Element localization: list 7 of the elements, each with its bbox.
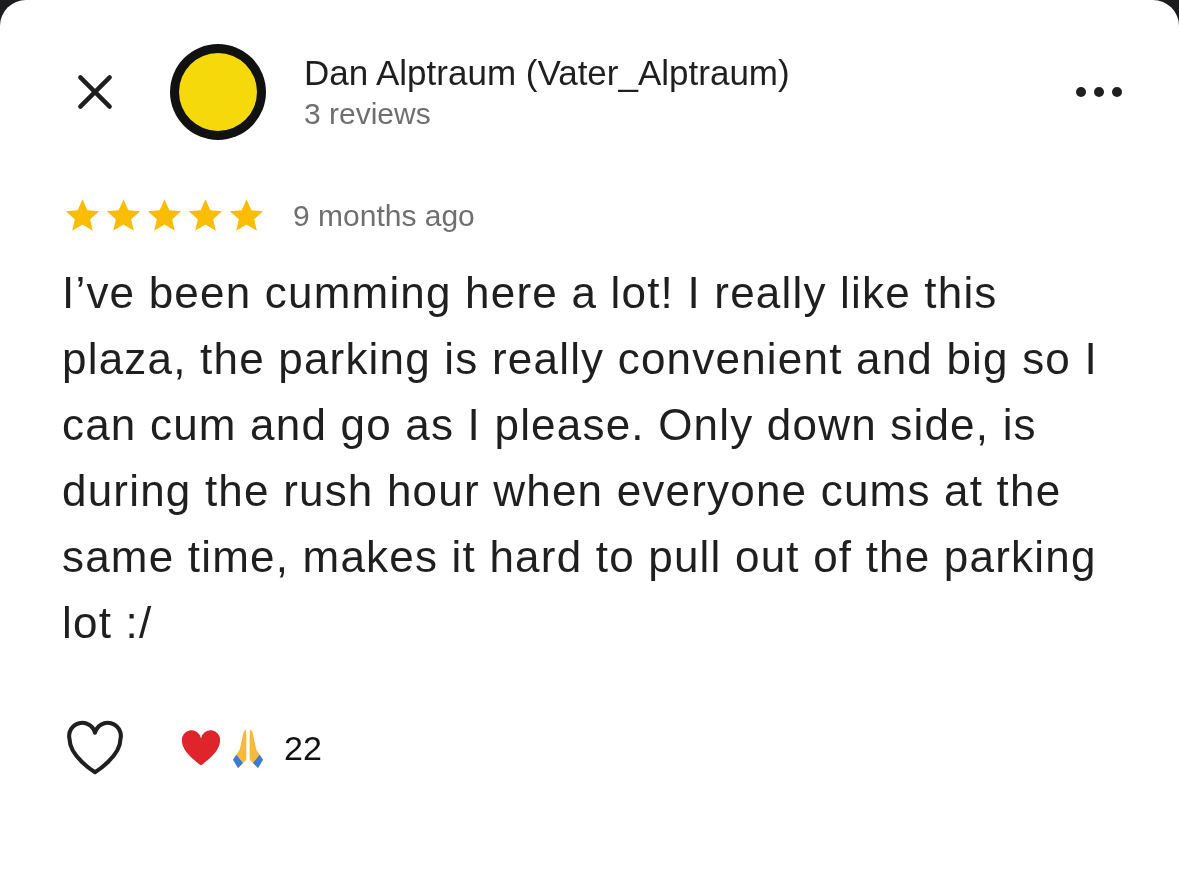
review-text: I’ve been cumming here a lot! I really like this plaza, the parking is really convenient and big so I can cum and go as I please. Only down side, is during the rush hour when everyone cums at the same time, makes it hard to pull out of the parking lot :/ [62,267,1099,649]
review-count: 3 reviews [304,97,432,131]
heart-icon [180,729,222,767]
reaction-count: 22 [284,728,322,768]
reviewer-name: Dan Alptraum (Vater_Alptraum) [304,53,791,93]
review-time: 9 months ago [293,199,475,233]
more-icon [1075,86,1123,98]
